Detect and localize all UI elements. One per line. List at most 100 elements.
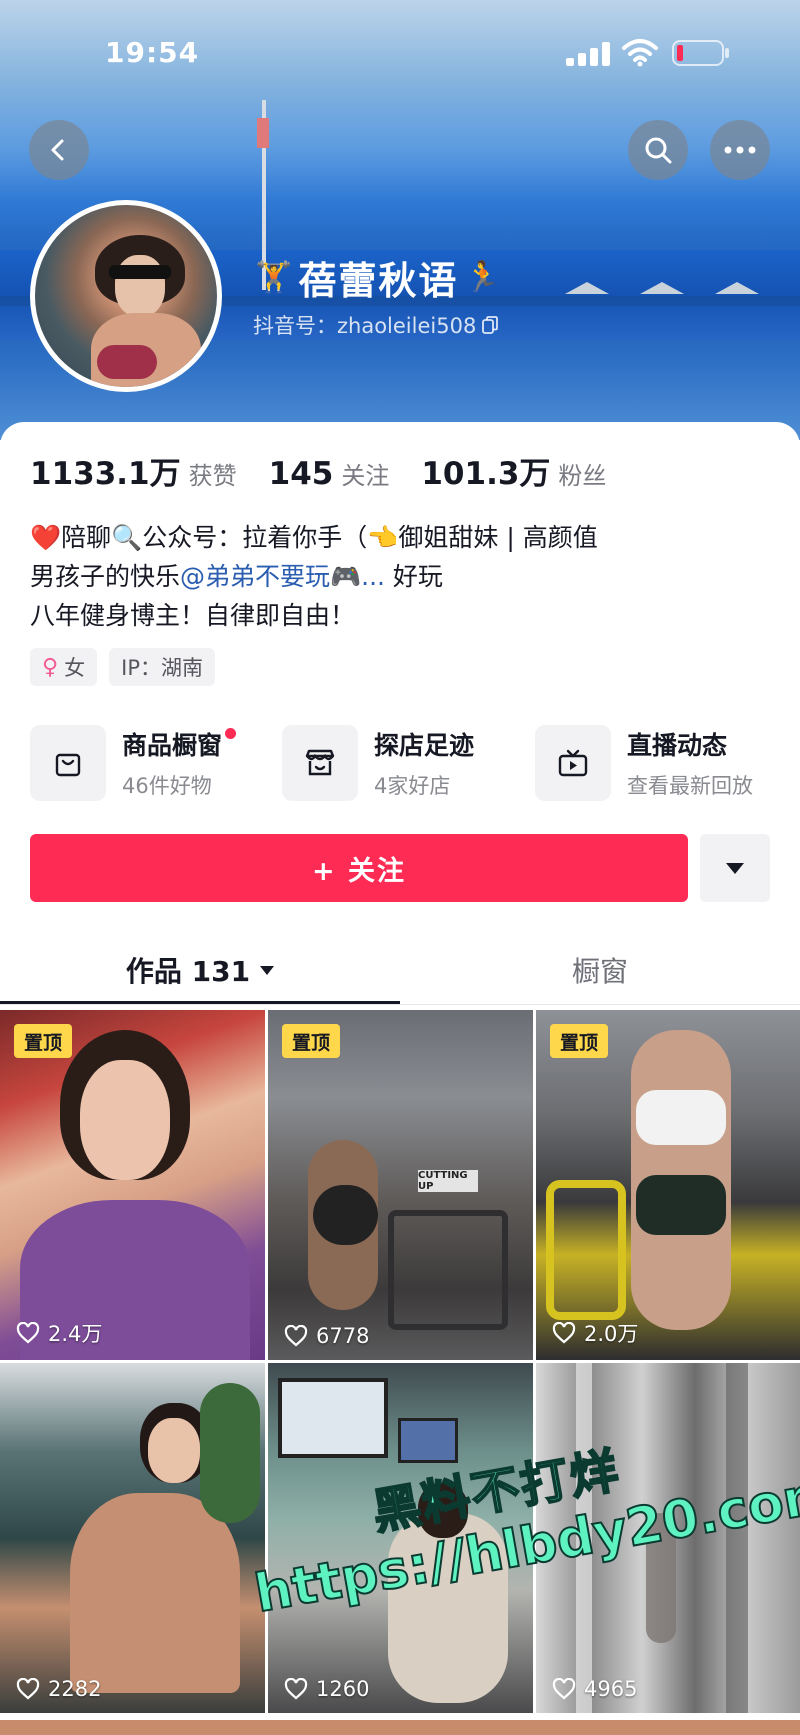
back-button[interactable] (29, 120, 89, 180)
shortcut-live-updates[interactable]: 直播动态 查看最新回放 (535, 724, 753, 802)
bio-line: 八年健身博主！自律即自由！ (30, 601, 356, 630)
douyin-id[interactable]: 抖音号：zhaoleilei508 (253, 310, 499, 340)
shortcut-shop-window[interactable]: 商品橱窗 46件好物 (30, 724, 237, 802)
stat-likes[interactable]: 1133.1万 获赞 (30, 448, 237, 493)
more-button[interactable] (710, 120, 770, 180)
female-icon: ♀ (42, 654, 59, 680)
likes-count: 2.0万 (584, 1322, 639, 1346)
profile-name-row: 🏋 蓓蕾秋语 🏃 (255, 250, 502, 305)
pinned-badge: 置顶 (14, 1024, 72, 1058)
video-likes: 2.4万 (16, 1318, 102, 1348)
notification-dot (225, 728, 237, 739)
stat-label: 获赞 (188, 462, 237, 490)
profile-shortcuts: 商品橱窗 46件好物 探店足迹 4家好店 直播动态 查看最新回放 (30, 724, 770, 802)
bio-line: ❤️陪聊🔍公众号：拉着你手（👈御姐甜妹 | 高颜值 (30, 523, 598, 552)
shortcut-title: 直播动态 (627, 731, 728, 760)
video-likes: 6778 (284, 1324, 369, 1348)
video-thumbnail[interactable]: CUTTING UP 置顶 6778 (268, 1010, 533, 1360)
stat-label: 关注 (341, 462, 390, 490)
search-button[interactable] (628, 120, 688, 180)
pinned-badge: 置顶 (550, 1024, 608, 1058)
bio-mention-link[interactable]: @弟弟不要玩🎮... (180, 562, 385, 591)
video-likes: 2282 (16, 1677, 101, 1701)
tab-works[interactable]: 作品 131 (0, 932, 400, 1008)
ip-label: IP：湖南 (121, 656, 203, 680)
avatar[interactable] (30, 200, 222, 392)
bio-text: 好玩 (384, 562, 443, 591)
bio-text: 男孩子的快乐 (30, 562, 181, 591)
search-icon (645, 137, 672, 164)
likes-count: 2.4万 (48, 1322, 103, 1346)
likes-count: 2282 (48, 1677, 102, 1701)
douyin-id-text: 抖音号：zhaoleilei508 (253, 314, 477, 338)
pinned-badge: 置顶 (282, 1024, 340, 1058)
banner-umbrella (715, 282, 759, 294)
heart-icon (16, 1678, 40, 1700)
gym-sign: CUTTING UP (418, 1170, 478, 1192)
profile-banner: 19:54 🏋 蓓蕾秋语 🏃 抖音号：zhaoleilei508 (0, 0, 800, 440)
shortcut-subtitle: 4家好店 (374, 774, 451, 798)
video-thumbnail[interactable]: 置顶 2.0万 (536, 1010, 800, 1360)
gender-tag: ♀ 女 (30, 648, 98, 686)
banner-umbrella (565, 282, 609, 294)
caret-down-icon (726, 862, 744, 874)
signal-icon (566, 42, 610, 66)
banner-umbrella (640, 282, 684, 294)
profile-name: 蓓蕾秋语 (298, 259, 459, 303)
profile-bio: ❤️陪聊🔍公众号：拉着你手（👈御姐甜妹 | 高颜值 男孩子的快乐@弟弟不要玩🎮.… (30, 518, 770, 635)
likes-count: 1260 (316, 1677, 370, 1701)
follow-button[interactable]: + 关注 (30, 834, 688, 902)
video-thumbnail[interactable]: 1260 (268, 1363, 533, 1713)
profile-stats: 1133.1万 获赞 145 关注 101.3万 粉丝 (30, 448, 638, 493)
stat-value: 101.3万 (421, 456, 551, 492)
heart-icon (16, 1322, 40, 1344)
content-tabs: 作品 131 橱窗 (0, 932, 800, 1008)
shortcut-subtitle: 46件好物 (122, 774, 212, 798)
stat-value: 145 (268, 456, 334, 492)
status-bar: 19:54 (0, 0, 800, 100)
gender-label: 女 (64, 656, 86, 680)
profile-tags: ♀ 女 IP：湖南 (30, 648, 215, 686)
tab-shop-window[interactable]: 橱窗 (400, 932, 800, 1008)
shortcut-title: 商品橱窗 (122, 731, 223, 760)
shortcut-subtitle: 查看最新回放 (627, 774, 753, 798)
tab-label: 橱窗 (571, 955, 628, 988)
runner-emoji: 🏃 (464, 260, 502, 295)
battery-icon (672, 40, 729, 66)
stat-label: 粉丝 (558, 462, 607, 490)
shortcut-store-visits[interactable]: 探店足迹 4家好店 (282, 724, 474, 802)
copy-icon[interactable] (482, 316, 499, 334)
next-row-peek (0, 1720, 800, 1735)
video-likes: 4965 (552, 1677, 637, 1701)
store-icon (305, 749, 335, 776)
more-dots-icon (724, 146, 756, 154)
stat-following[interactable]: 145 关注 (269, 456, 390, 492)
tab-divider (0, 1004, 800, 1005)
tab-label: 作品 131 (125, 955, 251, 988)
more-actions-dropdown[interactable] (700, 834, 770, 902)
video-thumbnail[interactable]: 4965 (536, 1363, 800, 1713)
wifi-icon (622, 39, 658, 67)
status-time: 19:54 (105, 36, 200, 69)
heart-icon (284, 1678, 308, 1700)
chevron-left-icon (51, 139, 64, 161)
video-thumbnail[interactable]: 置顶 2.4万 (0, 1010, 265, 1360)
video-likes: 1260 (284, 1677, 369, 1701)
stat-value: 1133.1万 (30, 456, 181, 492)
tv-icon (558, 749, 588, 777)
stat-followers[interactable]: 101.3万 粉丝 (421, 448, 606, 493)
caret-down-icon (260, 965, 275, 975)
video-thumbnail[interactable]: 2282 (0, 1363, 265, 1713)
likes-count: 6778 (316, 1324, 370, 1348)
bio-line: 男孩子的快乐@弟弟不要玩🎮... 好玩 (30, 557, 770, 596)
ip-tag: IP：湖南 (109, 648, 215, 686)
shopping-bag-icon (55, 753, 81, 777)
heart-icon (552, 1322, 576, 1344)
banner-flag (257, 118, 269, 148)
heart-icon (284, 1325, 308, 1347)
profile-content: 1133.1万 获赞 145 关注 101.3万 粉丝 ❤️陪聊🔍公众号：拉着你… (0, 422, 800, 1735)
video-likes: 2.0万 (552, 1318, 638, 1348)
heart-icon (552, 1678, 576, 1700)
weightlifter-emoji: 🏋 (255, 260, 293, 295)
shortcut-title: 探店足迹 (374, 731, 475, 760)
